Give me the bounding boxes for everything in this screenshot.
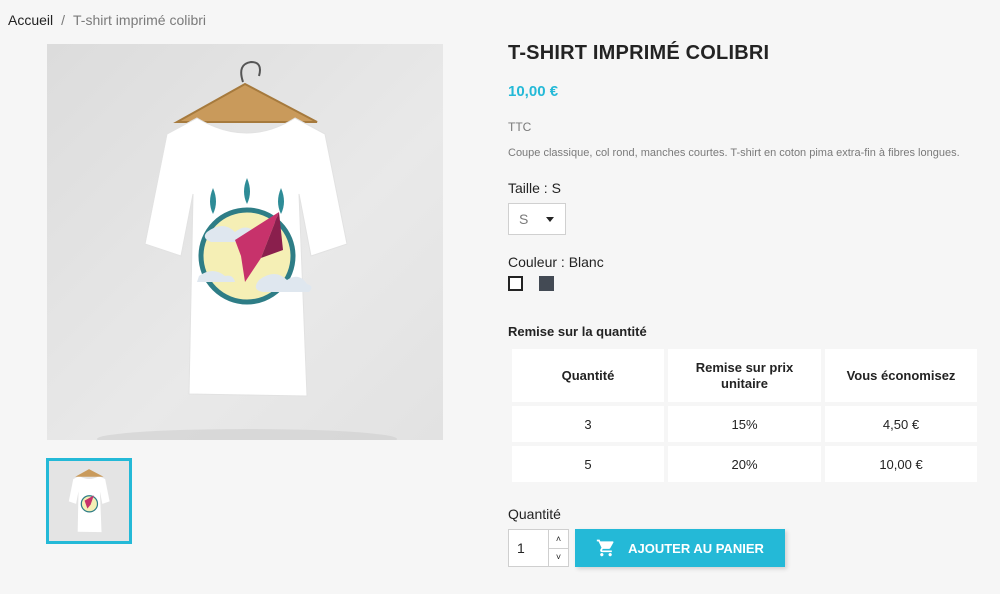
- table-cell: 4,50 €: [825, 406, 977, 442]
- product-main-image[interactable]: [47, 44, 443, 440]
- quantity-label: Quantité: [508, 506, 561, 522]
- breadcrumb-separator: /: [61, 12, 66, 28]
- shopping-cart-icon: [596, 539, 614, 557]
- table-cell: 15%: [668, 406, 821, 442]
- tshirt-thumbnail-image: [68, 469, 110, 533]
- table-row: 5 20% 10,00 €: [512, 446, 977, 482]
- table-header-row: Quantité Remise sur prix unitaire Vous é…: [512, 349, 977, 402]
- table-header-cell: Vous économisez: [825, 349, 977, 402]
- color-label: Couleur : Blanc: [508, 254, 604, 270]
- table-cell: 10,00 €: [825, 446, 977, 482]
- tax-label: TTC: [508, 120, 532, 134]
- quantity-buttons: ˄ ˅: [548, 530, 568, 566]
- size-select-value: S: [519, 211, 529, 227]
- color-swatch-grey[interactable]: [539, 276, 554, 291]
- table-header-cell: Quantité: [512, 349, 664, 402]
- quantity-stepper: 1 ˄ ˅: [508, 529, 569, 567]
- product-title: T-SHIRT IMPRIMÉ COLIBRI: [508, 42, 770, 64]
- product-price: 10,00 €: [508, 83, 559, 100]
- table-row: 3 15% 4,50 €: [512, 406, 977, 442]
- table-header-cell: Remise sur prix unitaire: [668, 349, 821, 402]
- tshirt-image: [97, 60, 397, 440]
- size-label: Taille : S: [508, 180, 561, 196]
- table-cell: 5: [512, 446, 664, 482]
- add-to-cart-button[interactable]: AJOUTER AU PANIER: [575, 529, 785, 567]
- discount-title: Remise sur la quantité: [508, 324, 647, 339]
- product-thumbnail[interactable]: [46, 458, 132, 544]
- discount-table: Quantité Remise sur prix unitaire Vous é…: [512, 349, 977, 486]
- breadcrumb-current: T-shirt imprimé colibri: [73, 12, 207, 28]
- chevron-up-icon[interactable]: ˄: [549, 530, 568, 548]
- breadcrumb-home-link[interactable]: Accueil: [8, 12, 53, 28]
- table-cell: 3: [512, 406, 664, 442]
- chevron-down-icon[interactable]: ˅: [549, 547, 568, 567]
- table-cell: 20%: [668, 446, 821, 482]
- product-description: Coupe classique, col rond, manches court…: [508, 147, 960, 159]
- breadcrumb: Accueil / T-shirt imprimé colibri: [8, 12, 206, 28]
- quantity-input[interactable]: 1: [509, 530, 548, 566]
- add-to-cart-label: AJOUTER AU PANIER: [628, 540, 764, 556]
- color-swatch-white[interactable]: [508, 276, 523, 291]
- size-select[interactable]: S: [508, 203, 566, 235]
- caret-down-icon: [546, 217, 554, 222]
